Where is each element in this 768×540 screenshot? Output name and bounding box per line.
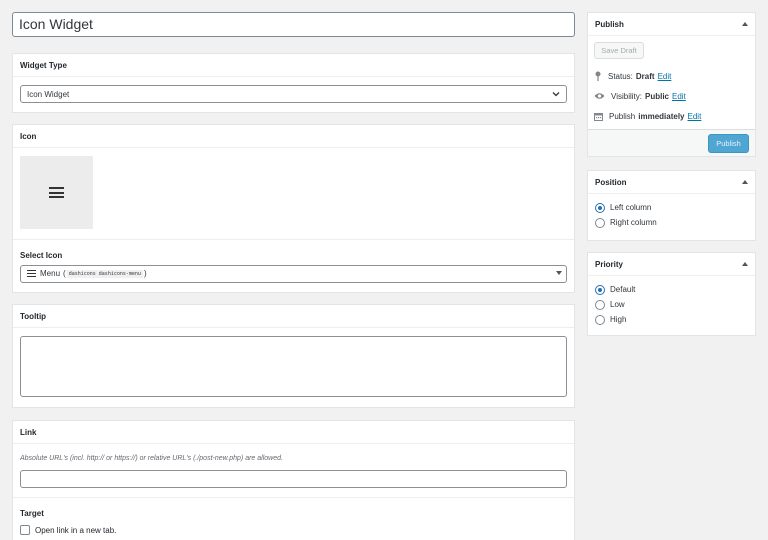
link-heading: Link (13, 421, 574, 444)
position-option-left[interactable]: Left column (595, 200, 748, 215)
status-label: Status: (608, 71, 633, 81)
position-heading-row: Position (588, 171, 755, 194)
icon-select-paren-close: ) (143, 269, 147, 278)
schedule-value: immediately (638, 111, 685, 121)
widget-type-value: Icon Widget (27, 90, 70, 99)
select-icon-label: Select Icon (20, 251, 63, 260)
priority-option-label: High (610, 315, 627, 324)
icon-preview[interactable] (20, 156, 93, 229)
chevron-down-icon (552, 92, 560, 97)
icon-heading: Icon (13, 125, 574, 148)
widget-type-select[interactable]: Icon Widget (20, 85, 567, 103)
publish-button[interactable]: Publish (708, 134, 749, 153)
priority-option-low[interactable]: Low (595, 297, 748, 312)
position-option-right[interactable]: Right column (595, 215, 748, 230)
visibility-value: Public (644, 91, 669, 101)
visibility-label: Visibility: (611, 91, 642, 101)
priority-option-default[interactable]: Default (595, 282, 748, 297)
schedule-label: Publish (609, 111, 636, 121)
new-tab-checkbox[interactable] (20, 525, 30, 535)
icon-select-paren-open: ( (63, 269, 66, 278)
priority-option-high[interactable]: High (595, 312, 748, 327)
priority-heading: Priority (595, 260, 624, 269)
collapse-arrow-icon[interactable] (742, 180, 748, 184)
icon-select-class: dashicons dashicons-menu (66, 269, 143, 278)
priority-option-label: Low (610, 300, 625, 309)
pin-icon (595, 71, 601, 81)
widget-type-heading: Widget Type (13, 54, 574, 77)
radio-default[interactable] (595, 284, 605, 295)
icon-select-name: Menu (40, 269, 61, 278)
position-box: Position Left column Right column (587, 170, 756, 241)
tooltip-box: Tooltip (12, 304, 575, 408)
widget-type-box: Widget Type Icon Widget (12, 53, 575, 113)
priority-heading-row: Priority (588, 253, 755, 276)
post-title-input[interactable]: Icon Widget (12, 12, 575, 37)
visibility-row: Visibility: Public Edit (594, 86, 749, 106)
position-option-label: Left column (610, 203, 652, 212)
schedule-row: Publish immediately Edit (594, 106, 749, 126)
target-label: Target (20, 509, 44, 518)
status-edit-link[interactable]: Edit (658, 72, 672, 81)
collapse-arrow-icon[interactable] (742, 22, 748, 26)
icon-box: Icon Select Icon Menu ( dashicons dashic… (12, 124, 575, 293)
radio-right-column[interactable] (595, 217, 605, 228)
menu-icon (49, 187, 64, 198)
link-box: Link Absolute URL's (incl. http:// or ht… (12, 420, 575, 540)
radio-high[interactable] (595, 314, 605, 325)
menu-icon (27, 270, 36, 277)
position-heading: Position (595, 178, 627, 187)
tooltip-heading: Tooltip (13, 305, 574, 328)
schedule-edit-link[interactable]: Edit (688, 112, 702, 121)
link-url-input[interactable] (20, 470, 567, 488)
caret-down-icon (556, 271, 562, 275)
radio-low[interactable] (595, 299, 605, 310)
collapse-arrow-icon[interactable] (742, 262, 748, 266)
new-tab-label: Open link in a new tab. (35, 525, 117, 535)
tooltip-textarea[interactable] (20, 336, 567, 397)
calendar-icon (594, 112, 603, 121)
publish-heading: Publish (595, 20, 624, 29)
eye-icon (594, 93, 605, 99)
icon-select[interactable]: Menu ( dashicons dashicons-menu ) (20, 265, 567, 283)
status-row: Status: Draft Edit (594, 66, 749, 86)
status-value: Draft (635, 71, 655, 81)
publish-box: Publish Save Draft Status: Draft Edit Vi… (587, 12, 756, 157)
visibility-edit-link[interactable]: Edit (672, 92, 686, 101)
priority-option-label: Default (610, 285, 636, 294)
publish-heading-row: Publish (588, 13, 755, 36)
position-option-label: Right column (610, 218, 657, 227)
link-help-text: Absolute URL's (incl. http:// or https:/… (20, 455, 283, 462)
radio-left-column[interactable] (595, 202, 605, 213)
save-draft-button[interactable]: Save Draft (594, 42, 644, 59)
priority-box: Priority Default Low High (587, 252, 756, 336)
